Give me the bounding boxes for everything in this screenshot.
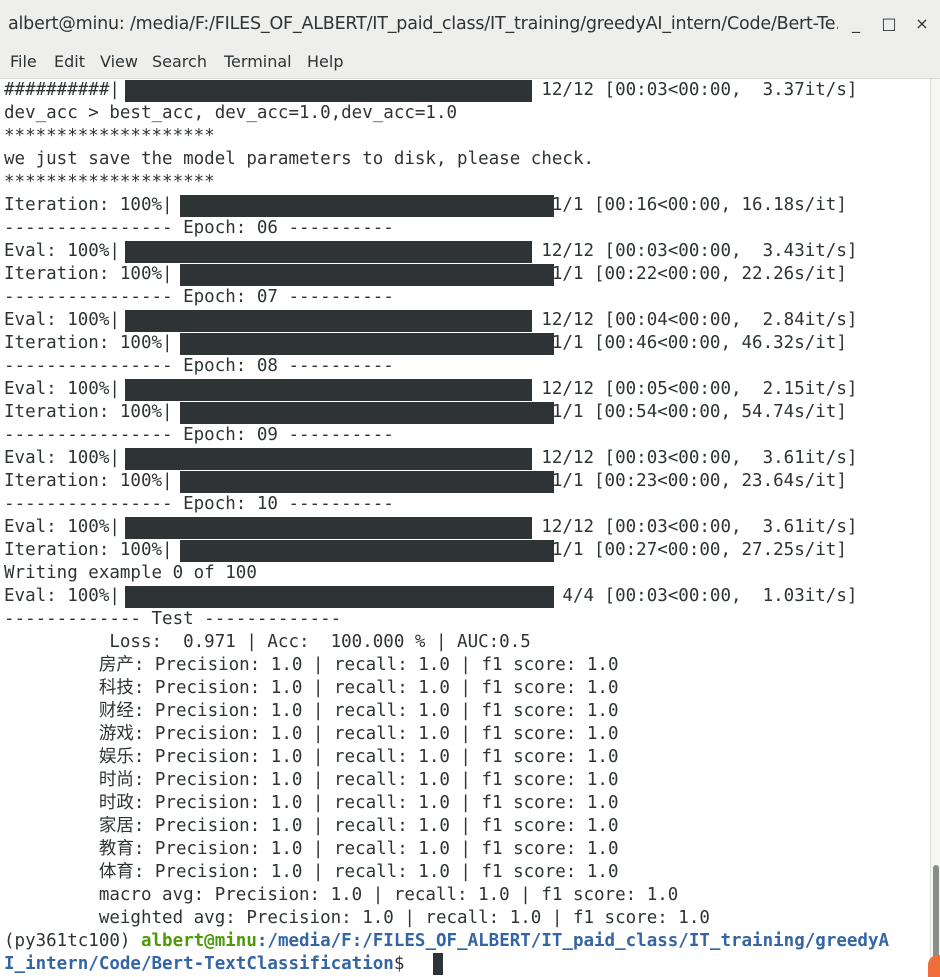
output-line: ------------- Test ------------- — [4, 609, 342, 629]
shell-prompt: (py361tc100) albert@minu:/media/F:/FILES… — [4, 930, 889, 953]
output-line: 家居: Precision: 1.0 | recall: 1.0 | f1 sc… — [4, 816, 619, 836]
output-line: ******************** — [4, 126, 215, 146]
progress-bar-fill — [125, 80, 532, 102]
prompt-path: :/media/F:/FILES_OF_ALBERT/IT_paid_class… — [256, 931, 890, 951]
output-line: 娱乐: Precision: 1.0 | recall: 1.0 | f1 sc… — [4, 747, 619, 767]
progress-bar-fill — [125, 241, 532, 263]
terminal-output[interactable]: ##########| | 12/12 [00:03<00:00, 3.37it… — [0, 79, 930, 977]
maximize-button[interactable]: □ — [875, 10, 903, 38]
progress-bar-fill — [180, 333, 554, 355]
close-button[interactable]: × — [908, 10, 936, 38]
prompt-user-host: albert@minu — [140, 931, 257, 951]
output-line: Writing example 0 of 100 — [4, 563, 257, 583]
minimize-button[interactable]: _ — [842, 10, 870, 38]
output-line: 房产: Precision: 1.0 | recall: 1.0 | f1 sc… — [4, 655, 619, 675]
output-line: ---------------- Epoch: 07 ---------- — [4, 287, 394, 307]
output-line: ---------------- Epoch: 09 ---------- — [4, 425, 394, 445]
output-line: dev_acc > best_acc, dev_acc=1.0,dev_acc=… — [4, 103, 458, 123]
prompt-path: I_intern/Code/Bert-TextClassification — [4, 954, 394, 974]
output-line: ---------------- Epoch: 10 ---------- — [4, 494, 394, 514]
output-line: 时尚: Precision: 1.0 | recall: 1.0 | f1 sc… — [4, 770, 619, 790]
output-line: 教育: Precision: 1.0 | recall: 1.0 | f1 sc… — [4, 839, 619, 859]
progress-bar-fill — [125, 586, 554, 608]
output-line: ******************** — [4, 172, 215, 192]
output-line: 时政: Precision: 1.0 | recall: 1.0 | f1 sc… — [4, 793, 619, 813]
text-cursor — [433, 953, 443, 975]
progress-bar-fill — [125, 379, 532, 401]
menu-help[interactable]: Help — [307, 52, 343, 71]
menu-search[interactable]: Search — [152, 52, 207, 71]
progress-bar-fill — [180, 264, 554, 286]
progress-bar-fill — [180, 471, 554, 493]
app-corner-icon — [928, 955, 940, 977]
prompt-symbol: $ — [393, 954, 415, 974]
progress-bar-fill — [125, 310, 532, 332]
menu-terminal[interactable]: Terminal — [224, 52, 292, 71]
output-line: we just save the model parameters to dis… — [4, 149, 595, 169]
progress-bar-fill — [125, 448, 532, 470]
shell-prompt-continuation: I_intern/Code/Bert-TextClassification$ — [4, 953, 415, 976]
output-line: 财经: Precision: 1.0 | recall: 1.0 | f1 sc… — [4, 701, 619, 721]
window-title: albert@minu: /media/F:/FILES_OF_ALBERT/I… — [8, 14, 838, 34]
output-line: ---------------- Epoch: 06 ---------- — [4, 218, 394, 238]
output-line: 体育: Precision: 1.0 | recall: 1.0 | f1 sc… — [4, 862, 619, 882]
output-line: 游戏: Precision: 1.0 | recall: 1.0 | f1 sc… — [4, 724, 619, 744]
menu-bar: File Edit View Search Terminal Help — [0, 48, 940, 79]
title-bar[interactable]: albert@minu: /media/F:/FILES_OF_ALBERT/I… — [0, 0, 940, 49]
scrollbar[interactable] — [930, 79, 940, 977]
progress-bar-fill — [125, 517, 532, 539]
output-line: macro avg: Precision: 1.0 | recall: 1.0 … — [4, 885, 679, 905]
output-line: Loss: 0.971 | Acc: 100.000 % | AUC:0.5 — [4, 632, 531, 652]
output-line: ---------------- Epoch: 08 ---------- — [4, 356, 394, 376]
output-line: weighted avg: Precision: 1.0 | recall: 1… — [4, 908, 710, 928]
output-line: 科技: Precision: 1.0 | recall: 1.0 | f1 sc… — [4, 678, 619, 698]
progress-bar-fill — [180, 195, 554, 217]
menu-edit[interactable]: Edit — [54, 52, 85, 71]
progress-bar-fill — [180, 540, 554, 562]
prompt-env: (py361tc100) — [4, 931, 141, 951]
menu-file[interactable]: File — [10, 52, 37, 71]
menu-view[interactable]: View — [100, 52, 138, 71]
progress-bar-fill — [180, 402, 554, 424]
